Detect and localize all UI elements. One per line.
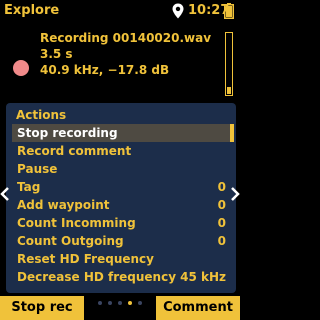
battery-icon [224,3,234,19]
menu-item-label: Record comment [17,144,132,158]
page-dot [118,301,122,305]
menu-item-value: 45 kHz [180,270,226,284]
comment-button[interactable]: Comment [156,296,240,320]
status-bar: Explore 10:27 [0,0,240,22]
menu-item-label: Count Incomming [17,216,136,230]
softkey-bar: Stop rec Comment [0,296,240,320]
menu-item-tag[interactable]: Tag 0 [12,178,230,196]
stop-rec-button[interactable]: Stop rec [0,296,84,320]
menu-item-count-outgoing[interactable]: Count Outgoing 0 [12,232,230,250]
recording-info: Recording 00140020.wav 3.5 s 40.9 kHz, −… [0,25,240,100]
actions-scroll-indicator[interactable] [230,124,234,142]
menu-item-label: Stop recording [17,126,118,140]
page-dot-active [128,301,132,305]
menu-item-decrease-hd-frequency[interactable]: Decrease HD frequency 45 kHz [12,268,230,286]
menu-item-pause[interactable]: Pause [12,160,230,178]
menu-item-value: 0 [217,180,226,194]
menu-item-stop-recording[interactable]: Stop recording [12,124,230,142]
menu-item-value: 0 [217,216,226,230]
recording-filename: Recording 00140020.wav [40,31,212,45]
chevron-left-icon[interactable] [0,186,10,202]
recording-dot-icon [13,60,29,76]
menu-item-count-incoming[interactable]: Count Incomming 0 [12,214,230,232]
page-dot [108,301,112,305]
menu-item-label: Reset HD Frequency [17,252,154,266]
menu-item-record-comment[interactable]: Record comment [12,142,230,160]
menu-item-reset-hd-frequency[interactable]: Reset HD Frequency [12,250,230,268]
menu-item-label: Tag [17,180,41,194]
page-dot [98,301,102,305]
actions-panel: Actions Stop recording Record comment Pa… [6,103,236,293]
recording-duration: 3.5 s [40,47,73,61]
menu-item-label: Count Outgoing [17,234,124,248]
menu-item-value: 0 [217,198,226,212]
screen-title: Explore [4,3,60,18]
menu-item-add-waypoint[interactable]: Add waypoint 0 [12,196,230,214]
menu-item-label: Add waypoint [17,198,110,212]
page-dot [138,301,142,305]
recording-level-fill [227,87,231,94]
recording-details: 40.9 kHz, −17.8 dB [40,63,170,77]
chevron-right-icon[interactable] [230,186,240,202]
actions-menu: Stop recording Record comment Pause Tag … [12,124,230,286]
menu-item-label: Decrease HD frequency [17,270,177,284]
location-pin-icon [172,3,184,19]
menu-item-value: 0 [217,234,226,248]
page-indicator [84,296,156,320]
recording-level-meter [225,32,233,96]
menu-item-label: Pause [17,162,58,176]
actions-panel-title: Actions [16,108,67,122]
